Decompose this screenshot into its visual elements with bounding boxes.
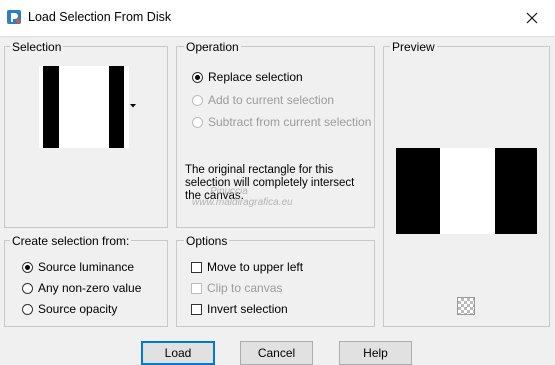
checkbox[interactable] (191, 282, 202, 294)
option-label: Subtract from current selection (208, 115, 372, 129)
create-selection-from-title: Create selection from: (10, 234, 132, 248)
selection-group-title: Selection (10, 40, 64, 54)
radio-source-luminance[interactable]: Source luminance (22, 260, 134, 274)
preview-image (396, 148, 537, 234)
radio-subtract-from-current[interactable]: Subtract from current selection (192, 115, 371, 129)
option-label: Source luminance (38, 260, 135, 274)
thumb-left-band (43, 66, 59, 148)
paintshop-icon (7, 10, 21, 24)
operation-group-title: Operation (184, 40, 241, 54)
checkbox[interactable] (191, 261, 202, 273)
dropdown-arrow-icon[interactable] (130, 104, 136, 108)
radio-button[interactable] (192, 116, 203, 128)
option-label: Invert selection (207, 302, 288, 316)
radio-replace-selection[interactable]: Replace selection (192, 70, 303, 84)
radio-source-opacity[interactable]: Source opacity (22, 302, 117, 316)
radio-add-to-current[interactable]: Add to current selection (192, 93, 334, 107)
option-label: Replace selection (208, 70, 303, 84)
close-button[interactable] (509, 0, 555, 36)
radio-button[interactable] (22, 303, 33, 315)
watermark-line-2: www.maldiragrafica.eu (192, 197, 293, 208)
thumb-right-band (109, 66, 124, 148)
help-button[interactable]: Help (339, 341, 412, 365)
selection-thumbnail[interactable] (39, 66, 129, 148)
window-title: Load Selection From Disk (28, 10, 172, 24)
option-label: Move to upper left (207, 260, 304, 274)
checkbox-invert-selection[interactable]: Invert selection (191, 302, 288, 316)
option-label: Any non-zero value (38, 281, 142, 295)
radio-any-non-zero-value[interactable]: Any non-zero value (22, 281, 141, 295)
checkbox-move-to-upper-left[interactable]: Move to upper left (191, 260, 303, 274)
load-button[interactable]: Load (141, 341, 215, 365)
preview-right-band (495, 148, 537, 234)
options-group-title: Options (184, 234, 230, 248)
cancel-button[interactable]: Cancel (240, 341, 313, 365)
option-label: Add to current selection (208, 93, 335, 107)
preview-group-title: Preview (390, 40, 437, 54)
close-icon (526, 12, 538, 24)
option-label: Source opacity (38, 302, 118, 316)
watermark-line-1: Pinuccia (210, 186, 248, 197)
radio-button[interactable] (192, 94, 203, 106)
checkbox[interactable] (191, 303, 202, 315)
radio-button[interactable] (22, 282, 33, 294)
radio-button[interactable] (22, 261, 33, 273)
transparency-checker-icon[interactable] (457, 297, 475, 315)
title-bar: Load Selection From Disk (0, 0, 555, 37)
option-label: Clip to canvas (207, 281, 283, 295)
preview-left-band (396, 148, 440, 234)
radio-button[interactable] (192, 71, 203, 83)
checkbox-clip-to-canvas[interactable]: Clip to canvas (191, 281, 282, 295)
watermark: Pinuccia www.maldiragrafica.eu (192, 186, 293, 208)
